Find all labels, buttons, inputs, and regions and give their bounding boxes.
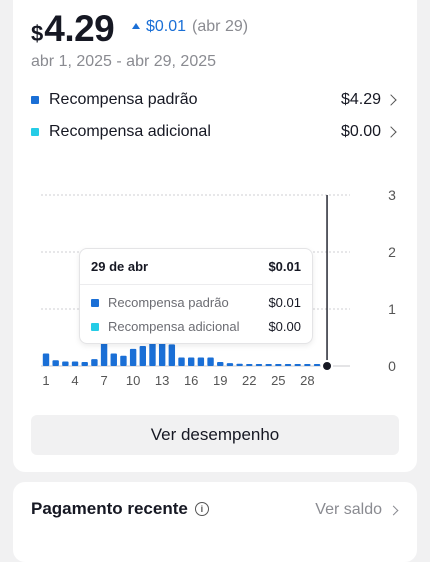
- x-tick-label: 19: [213, 373, 228, 388]
- row-label: Recompensa padrão: [49, 91, 198, 108]
- y-tick-label: 3: [388, 187, 396, 203]
- tooltip-row-value: $0.00: [268, 319, 301, 334]
- delta-value: $0.01: [146, 18, 187, 35]
- tooltip-date: 29 de abr: [91, 259, 149, 274]
- x-tick-label: 13: [154, 373, 170, 388]
- tooltip-row-label: Recompensa adicional: [108, 319, 240, 334]
- ver-desempenho-button[interactable]: Ver desempenho: [31, 415, 399, 455]
- date-range: abr 1, 2025 - abr 29, 2025: [31, 53, 217, 70]
- chevron-right-icon: [388, 505, 399, 515]
- tooltip-row: Recompensa padrão $0.01: [91, 295, 301, 310]
- row-recompensa-padrao[interactable]: Recompensa padrão $4.29: [31, 88, 399, 112]
- tooltip-row: Recompensa adicional $0.00: [91, 319, 301, 334]
- legend-square-icon: [31, 96, 39, 104]
- legend-square-icon: [31, 128, 39, 136]
- tooltip-row-label: Recompensa padrão: [108, 295, 229, 310]
- total-amount: $ 4.29: [31, 8, 115, 50]
- x-tick-label: 10: [125, 373, 141, 388]
- row-value: $4.29: [340, 91, 381, 108]
- legend-square-icon: [91, 322, 99, 331]
- tooltip-divider: [80, 284, 312, 285]
- link-label: Ver saldo: [315, 501, 382, 518]
- delta-date: (abr 29): [192, 18, 249, 35]
- amount-value: 4.29: [44, 8, 115, 49]
- x-tick-label: 4: [71, 373, 79, 388]
- row-label: Recompensa adicional: [49, 123, 211, 140]
- delta-indicator: $0.01 (abr 29): [132, 18, 248, 36]
- x-tick-label: 1: [42, 373, 50, 388]
- y-tick-label: 0: [388, 358, 396, 374]
- x-tick-label: 16: [183, 373, 199, 388]
- row-value: $0.00: [340, 123, 381, 140]
- currency-symbol: $: [31, 21, 44, 46]
- y-tick-label: 1: [388, 301, 396, 317]
- tooltip-row-value: $0.01: [268, 295, 301, 310]
- x-tick-label: 28: [300, 373, 315, 388]
- info-icon[interactable]: i: [194, 502, 209, 516]
- row-recompensa-adicional[interactable]: Recompensa adicional $0.00: [31, 120, 399, 144]
- chart-tooltip: 29 de abr $0.01 Recompensa padrão $0.01 …: [79, 248, 313, 344]
- chevron-right-icon: [385, 94, 397, 106]
- recent-payment-card: [13, 482, 417, 562]
- tooltip-total: $0.01: [268, 259, 301, 274]
- up-triangle-icon: [132, 23, 140, 29]
- y-tick-label: 2: [388, 244, 396, 260]
- ver-saldo-link[interactable]: Ver saldo: [315, 501, 399, 519]
- tooltip-header: 29 de abr $0.01: [91, 259, 301, 274]
- section-title-text: Pagamento recente: [31, 499, 188, 518]
- x-tick-label: 22: [242, 373, 257, 388]
- x-tick-label: 25: [271, 373, 286, 388]
- x-tick-label: 7: [100, 373, 108, 388]
- recent-payment-title: Pagamento recente i: [31, 499, 209, 519]
- legend-square-icon: [91, 298, 99, 307]
- chevron-right-icon: [385, 126, 397, 138]
